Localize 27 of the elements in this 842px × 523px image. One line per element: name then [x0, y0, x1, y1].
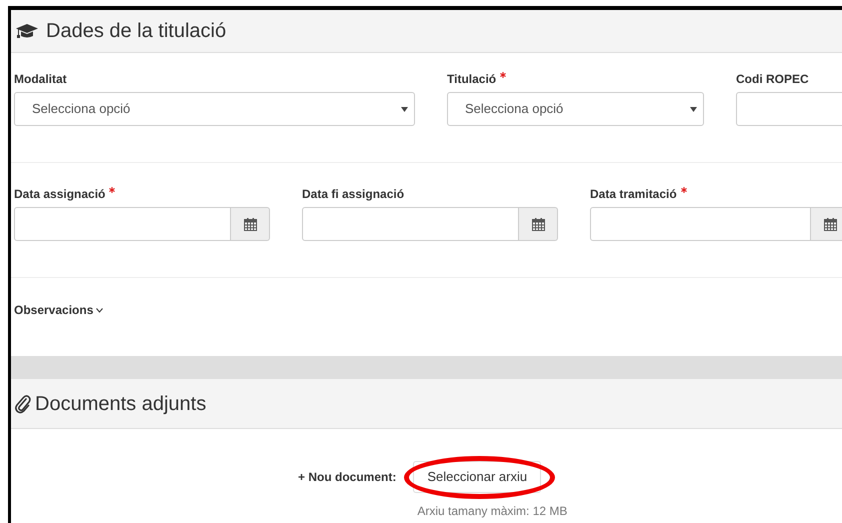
date-input-field[interactable] [14, 207, 231, 241]
calendar-icon [824, 218, 836, 230]
calendar-button[interactable] [519, 207, 558, 241]
graduation-cap-icon [16, 23, 38, 39]
field-label: Data tramitació [590, 186, 677, 203]
date-input-field[interactable] [590, 207, 811, 241]
calendar-button[interactable] [231, 207, 270, 241]
file-size-hint: Arxiu tamany màxim: 12 MB [417, 503, 568, 520]
paperclip-icon [15, 394, 31, 414]
select-file-button[interactable]: Seleccionar arxiu [413, 461, 542, 493]
section-title: Documents adjunts [35, 392, 206, 416]
field-label: Modalitat [14, 71, 67, 88]
select-field[interactable]: Selecciona opció [447, 92, 704, 126]
upload-label: + Nou document: [298, 469, 396, 486]
field-label: Data assignació [14, 186, 106, 203]
observations-toggle[interactable]: Observacions [14, 301, 104, 319]
calendar-button[interactable] [811, 207, 842, 241]
field-label: Titulació [447, 71, 496, 88]
caret-icon [690, 106, 697, 112]
caret-icon [401, 106, 408, 112]
calendar-icon [244, 218, 256, 230]
field-label: Codi ROPEC [736, 71, 809, 88]
select-field[interactable]: Selecciona opció [14, 92, 415, 126]
calendar-icon [532, 218, 544, 230]
section-title: Dades de la titulació [46, 19, 226, 44]
date-input-field[interactable] [302, 207, 519, 241]
field-label: Data fi assignació [302, 186, 404, 203]
